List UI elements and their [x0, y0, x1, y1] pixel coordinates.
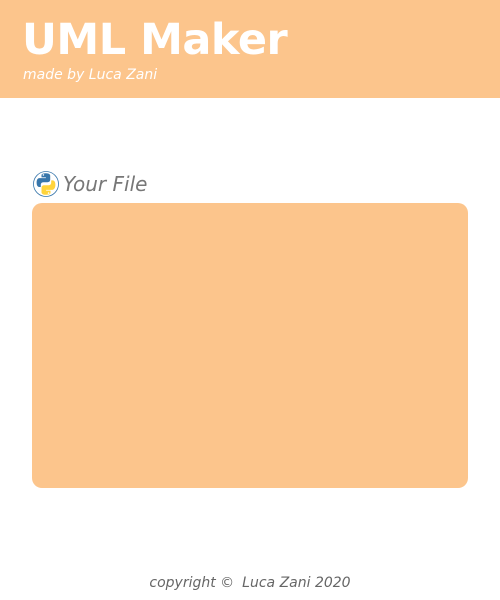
- app-title: UML Maker: [22, 15, 288, 65]
- file-drop-area[interactable]: [32, 203, 468, 488]
- file-section-label: Your File: [63, 172, 148, 196]
- copyright-prefix: copyright ©: [149, 575, 235, 591]
- app-subtitle: made by Luca Zani: [23, 67, 158, 83]
- app-header: UML Maker made by Luca Zani: [0, 0, 500, 98]
- footer-copyright: copyright © Luca Zani 2020: [0, 573, 500, 593]
- copyright-owner: Luca Zani 2020: [242, 575, 351, 591]
- python-icon: [33, 171, 59, 197]
- file-section-heading: Your File: [33, 170, 147, 198]
